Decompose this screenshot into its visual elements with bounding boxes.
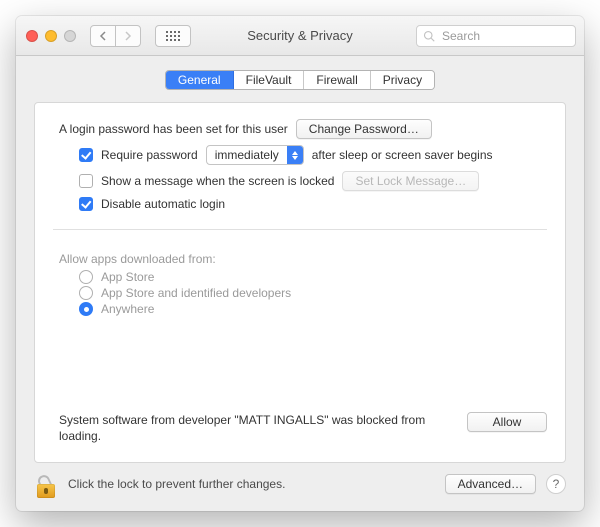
set-lock-message-button: Set Lock Message…: [342, 171, 479, 191]
radio-icon: [79, 286, 93, 300]
blocked-software-row: System software from developer "MATT ING…: [59, 412, 547, 444]
content-area: General FileVault Firewall Privacy A log…: [16, 56, 584, 511]
nav-buttons: [90, 25, 141, 47]
lock-body-icon: [37, 484, 55, 498]
search-icon: [423, 30, 435, 42]
titlebar: Security & Privacy: [16, 16, 584, 56]
divider: [53, 229, 547, 230]
search-field[interactable]: [416, 25, 576, 47]
show-all-button[interactable]: [155, 25, 191, 47]
preferences-window: Security & Privacy General FileVault Fir…: [16, 16, 584, 511]
tab-firewall[interactable]: Firewall: [304, 71, 370, 89]
require-password-after-label: after sleep or screen saver begins: [312, 148, 493, 162]
lock-hint-text: Click the lock to prevent further change…: [68, 477, 435, 491]
require-password-checkbox[interactable]: [79, 148, 93, 162]
login-password-text: A login password has been set for this u…: [59, 122, 288, 136]
back-button[interactable]: [90, 25, 116, 47]
login-password-row: A login password has been set for this u…: [59, 119, 547, 139]
grid-icon: [166, 31, 180, 41]
lock-button[interactable]: [34, 470, 58, 498]
disable-auto-login-label: Disable automatic login: [101, 197, 225, 211]
download-option-anywhere[interactable]: Anywhere: [79, 302, 547, 316]
help-button[interactable]: ?: [546, 474, 566, 494]
require-password-delay-value: immediately: [207, 148, 287, 162]
change-password-button[interactable]: Change Password…: [296, 119, 432, 139]
footer: Click the lock to prevent further change…: [16, 467, 584, 511]
zoom-button: [64, 30, 76, 42]
require-password-label: Require password: [101, 148, 198, 162]
download-option-identified[interactable]: App Store and identified developers: [79, 286, 547, 300]
download-option-anywhere-label: Anywhere: [101, 302, 154, 316]
download-option-identified-label: App Store and identified developers: [101, 286, 291, 300]
general-panel: A login password has been set for this u…: [34, 102, 566, 463]
tabs: General FileVault Firewall Privacy: [165, 70, 435, 90]
tab-privacy[interactable]: Privacy: [371, 71, 434, 89]
download-header: Allow apps downloaded from:: [59, 252, 547, 266]
allow-button[interactable]: Allow: [467, 412, 547, 432]
download-option-appstore[interactable]: App Store: [79, 270, 547, 284]
show-message-row: Show a message when the screen is locked…: [79, 171, 547, 191]
stepper-arrows-icon: [287, 146, 303, 164]
download-section: Allow apps downloaded from: App Store Ap…: [53, 252, 547, 318]
require-password-row: Require password immediately after sleep…: [79, 145, 547, 165]
forward-button[interactable]: [115, 25, 141, 47]
minimize-button[interactable]: [45, 30, 57, 42]
disable-auto-login-checkbox[interactable]: [79, 197, 93, 211]
tab-filevault[interactable]: FileVault: [234, 71, 305, 89]
tab-general[interactable]: General: [166, 71, 234, 89]
radio-icon: [79, 302, 93, 316]
show-message-label: Show a message when the screen is locked: [101, 174, 334, 188]
search-input[interactable]: [440, 28, 569, 44]
radio-icon: [79, 270, 93, 284]
window-controls: [26, 30, 76, 42]
advanced-button[interactable]: Advanced…: [445, 474, 536, 494]
tab-bar: General FileVault Firewall Privacy: [16, 56, 584, 90]
show-message-checkbox[interactable]: [79, 174, 93, 188]
require-password-delay-select[interactable]: immediately: [206, 145, 304, 165]
download-option-appstore-label: App Store: [101, 270, 154, 284]
close-button[interactable]: [26, 30, 38, 42]
disable-auto-login-row: Disable automatic login: [79, 197, 547, 211]
blocked-software-message: System software from developer "MATT ING…: [59, 412, 453, 444]
